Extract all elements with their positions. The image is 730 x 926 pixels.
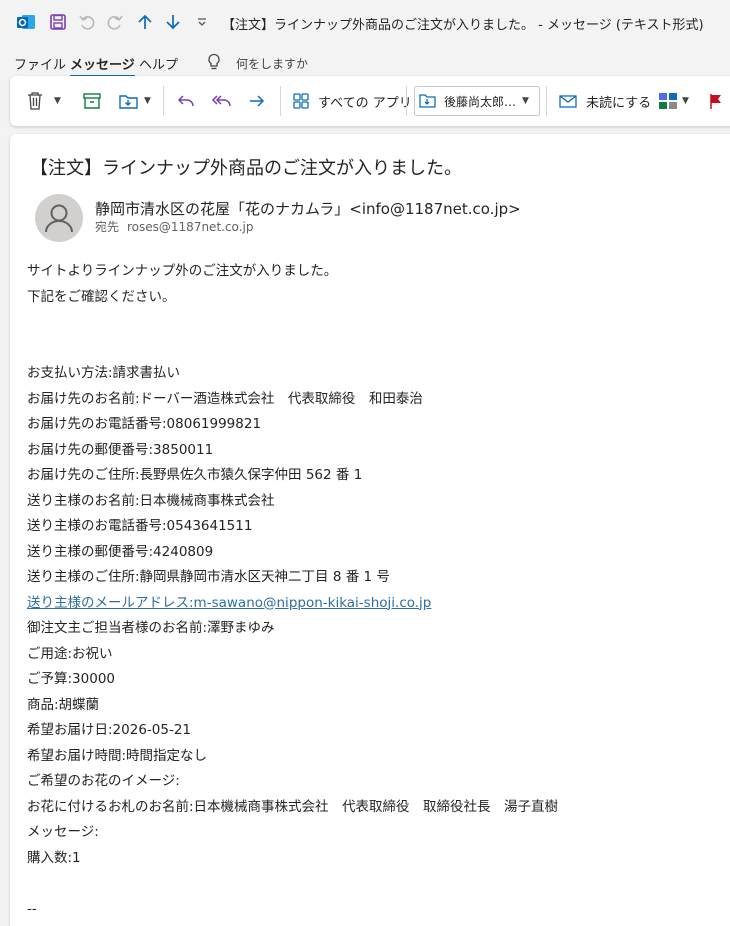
body-line: 送り主様のお電話番号:0543641511 bbox=[27, 518, 253, 534]
archive-button[interactable] bbox=[82, 88, 102, 114]
body-line: 希望お届け時間:時間指定なし bbox=[27, 747, 208, 764]
body-line: ご希望のお花のイメージ: bbox=[27, 773, 180, 789]
recipient-line: 宛先 roses@1187net.co.jp bbox=[95, 218, 253, 235]
body-line: 購入数:1 bbox=[27, 849, 81, 866]
mark-unread-button[interactable]: 未読にする bbox=[558, 88, 651, 114]
flag-button[interactable] bbox=[708, 88, 724, 114]
quick-step-label: 後藤尚太郎… bbox=[444, 94, 517, 109]
reading-pane: 【注文】ラインナップ外商品のご注文が入りました。 静岡市清水区の花屋「花のナカム… bbox=[10, 134, 730, 926]
menu-file[interactable]: ファイル bbox=[14, 54, 66, 73]
avatar[interactable] bbox=[35, 194, 83, 242]
body-line: 送り主様のご住所:静岡県静岡市清水区天神二丁目 8 番 1 号 bbox=[27, 569, 390, 585]
customize-toolbar-icon[interactable] bbox=[192, 10, 212, 34]
undo-icon[interactable] bbox=[76, 10, 98, 34]
signature-separator: -- bbox=[27, 900, 37, 917]
to-label: 宛先 bbox=[95, 220, 120, 234]
previous-item-icon[interactable] bbox=[134, 10, 156, 34]
body-line: 送り主様の郵便番号:4240809 bbox=[27, 543, 214, 560]
next-item-icon[interactable] bbox=[162, 10, 184, 34]
body-line: 下記をご確認ください。 bbox=[27, 288, 176, 305]
body-line: お支払い方法:請求書払い bbox=[27, 365, 181, 381]
body-line bbox=[27, 310, 558, 336]
delete-button[interactable]: ▼ bbox=[26, 88, 61, 114]
chevron-down-icon[interactable]: ▼ bbox=[682, 96, 689, 106]
title-bar: 【注文】ラインナップ外商品のご注文が入りました。 - メッセージ (テキスト形式… bbox=[0, 0, 730, 46]
categorize-icon bbox=[659, 93, 677, 109]
ribbon-divider bbox=[163, 86, 164, 116]
all-apps-button[interactable]: すべての アプリ bbox=[292, 88, 412, 114]
body-line bbox=[27, 336, 558, 362]
email-link[interactable]: 送り主様のメールアドレス:m-sawano@nippon-kikai-shoji… bbox=[27, 591, 558, 617]
body-line: 希望お届け日:2026-05-21 bbox=[27, 722, 192, 738]
ribbon-toolbar: ▼ ▼ すべての アプリ 後藤尚太郎… ▼ 未読にする ▼ bbox=[10, 76, 730, 126]
body-line: 商品:胡蝶蘭 bbox=[27, 696, 100, 713]
body-line: 送り主様のお名前:日本機械商事株式会社 bbox=[27, 492, 275, 509]
tell-me-search[interactable]: 何をしますか bbox=[236, 55, 308, 72]
body-line: ご用途:お祝い bbox=[27, 645, 113, 662]
message-subject: 【注文】ラインナップ外商品のご注文が入りました。 bbox=[30, 158, 462, 179]
mark-unread-label: 未読にする bbox=[586, 95, 652, 111]
lightbulb-icon[interactable] bbox=[207, 53, 221, 75]
person-icon bbox=[45, 204, 73, 233]
body-line: 御注文主ご担当者様のお名前:澤野まゆみ bbox=[27, 620, 275, 636]
ribbon-divider bbox=[406, 86, 407, 116]
all-apps-label: すべての アプリ bbox=[318, 95, 412, 111]
body-line: お届け先のお電話番号:08061999821 bbox=[27, 416, 262, 432]
move-button[interactable]: ▼ bbox=[118, 88, 151, 114]
body-line: お届け先の郵便番号:3850011 bbox=[27, 441, 214, 458]
menu-help[interactable]: ヘルプ bbox=[139, 54, 178, 73]
body-line: お届け先のご住所:長野県佐久市猿久保字仲田 562 番 1 bbox=[27, 467, 363, 483]
recipient-address[interactable]: roses@1187net.co.jp bbox=[127, 220, 253, 234]
body-line: サイトよりラインナップ外のご注文が入りました。 bbox=[27, 263, 338, 279]
move-to-folder-icon bbox=[419, 94, 436, 108]
chevron-down-icon[interactable]: ▼ bbox=[54, 96, 61, 106]
chevron-down-icon[interactable]: ▼ bbox=[144, 96, 151, 106]
chevron-down-icon[interactable]: ▼ bbox=[522, 88, 529, 114]
ribbon-divider bbox=[280, 86, 281, 116]
message-body: サイトよりラインナップ外のご注文が入りました。 下記をご確認ください。 お支払い… bbox=[27, 259, 558, 922]
ribbon-divider bbox=[546, 86, 547, 116]
forward-button[interactable] bbox=[247, 88, 267, 114]
envelope-icon bbox=[559, 95, 577, 108]
redo-icon[interactable] bbox=[104, 10, 126, 34]
flag-icon bbox=[710, 94, 721, 109]
body-line: メッセージ: bbox=[27, 824, 99, 840]
body-line bbox=[27, 871, 558, 897]
body-line: お届け先のお名前:ドーバー酒造株式会社 代表取締役 和田泰治 bbox=[27, 390, 423, 407]
reply-button[interactable] bbox=[176, 88, 196, 114]
outlook-app-icon bbox=[14, 10, 38, 34]
body-line: ご予算:30000 bbox=[27, 671, 115, 687]
save-icon[interactable] bbox=[46, 10, 70, 34]
menu-message[interactable]: メッセージ bbox=[70, 54, 135, 77]
body-line: お花に付けるお札のお名前:日本機械商事株式会社 代表取締役 取締役社長 湯子直樹 bbox=[27, 798, 559, 815]
reply-all-button[interactable] bbox=[211, 88, 233, 114]
window-title: 【注文】ラインナップ外商品のご注文が入りました。 - メッセージ (テキスト形式… bbox=[222, 18, 704, 33]
categorize-button[interactable]: ▼ bbox=[658, 88, 689, 114]
apps-grid-icon bbox=[293, 93, 309, 109]
quick-step-move[interactable]: 後藤尚太郎… bbox=[418, 88, 516, 114]
sender-name[interactable]: 静岡市清水区の花屋「花のナカムラ」<info@1187net.co.jp> bbox=[95, 198, 521, 219]
menu-bar: ファイル メッセージ ヘルプ 何をしますか bbox=[0, 50, 730, 77]
